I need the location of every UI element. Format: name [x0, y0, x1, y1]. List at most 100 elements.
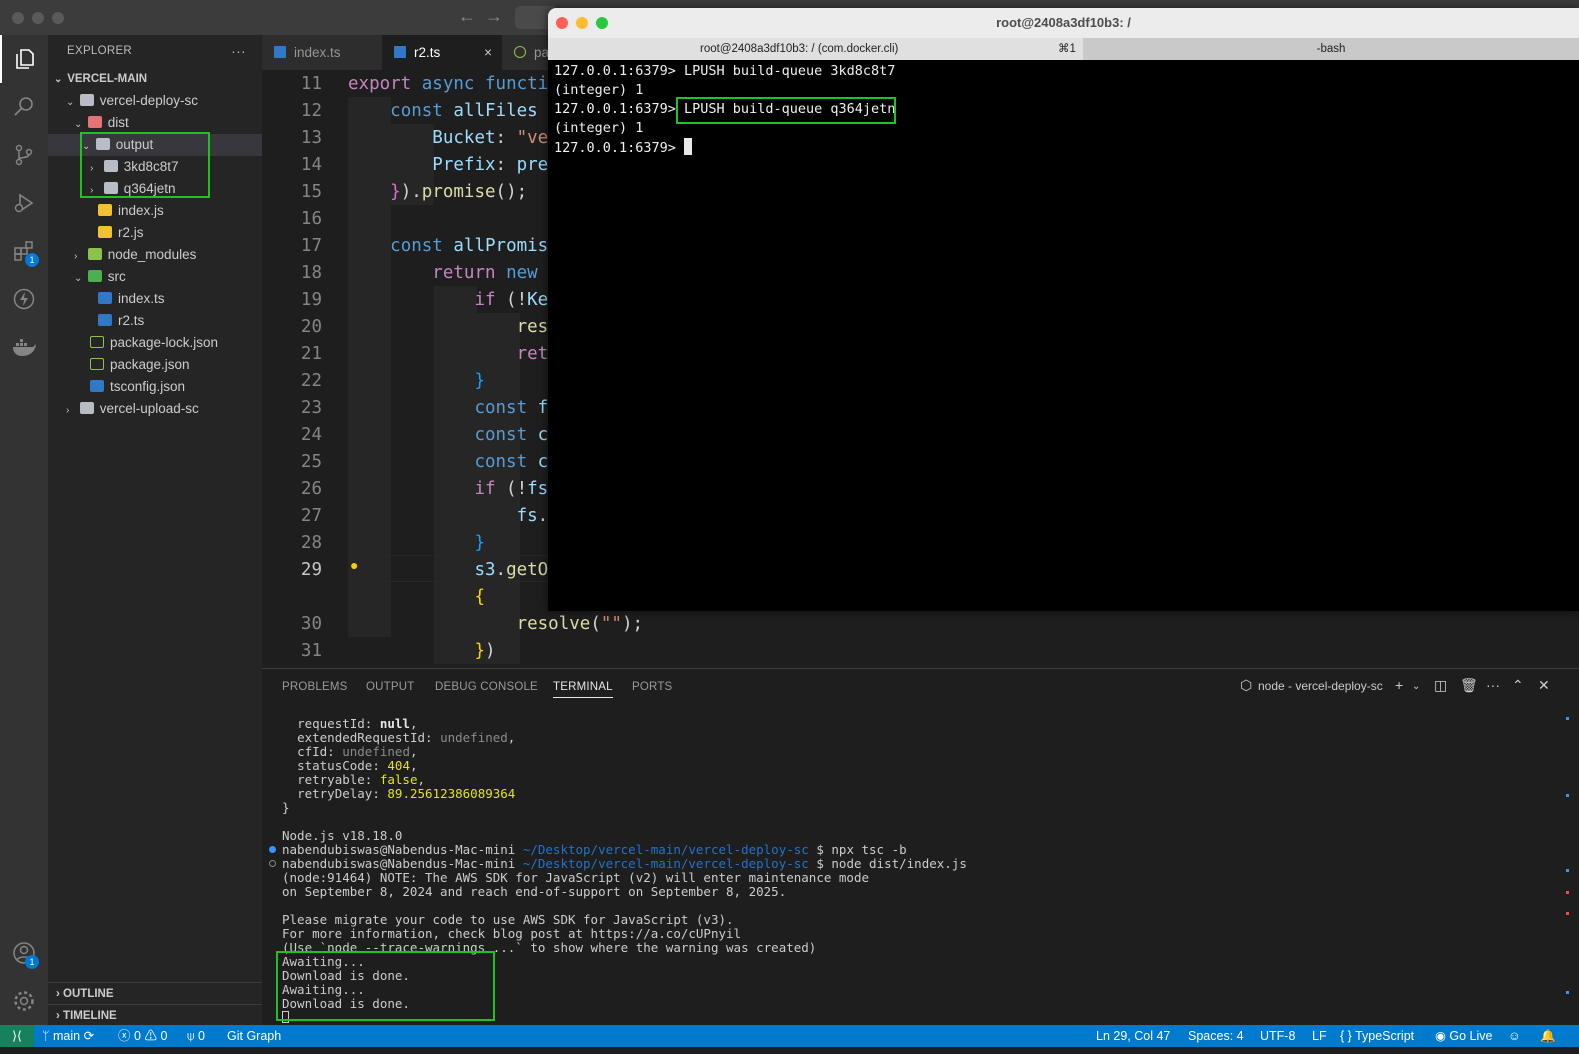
bottom-panel: PROBLEMS OUTPUT DEBUG CONSOLE TERMINAL P… [262, 668, 1579, 1025]
window-bottom-edge [0, 1047, 1579, 1054]
terminal-title: root@2408a3df10b3: / [996, 15, 1131, 30]
chevron-down-icon: ⌄ [74, 273, 83, 284]
line-number: 18 [300, 263, 322, 283]
new-terminal-plus-icon[interactable]: + [1395, 677, 1403, 693]
tree-folder-src[interactable]: ⌄ src [48, 266, 262, 288]
extensions-icon[interactable]: 1 [0, 227, 48, 275]
tab-output[interactable]: OUTPUT [366, 681, 414, 693]
line-number: 21 [300, 344, 322, 364]
go-live-button[interactable]: ◉ Go Live [1435, 1025, 1493, 1047]
tab-problems[interactable]: PROBLEMS [282, 681, 348, 693]
language-mode[interactable]: { } TypeScript [1340, 1025, 1414, 1047]
chevron-right-icon: › [56, 988, 60, 1000]
tree-file-package-lock-json[interactable]: package-lock.json [48, 332, 262, 354]
terminal-icon: ⬡ [1240, 677, 1253, 693]
split-terminal-icon[interactable]: ◫ [1434, 677, 1447, 694]
minimize-window-button[interactable] [32, 12, 44, 24]
line-number: 19 [300, 290, 322, 310]
braces-icon: { } [1340, 1029, 1352, 1043]
terminal-title-bar: root@2408a3df10b3: / [548, 8, 1579, 38]
scroll-marker [1566, 912, 1569, 915]
line-number: 26 [300, 479, 322, 499]
maximize-window-button[interactable] [596, 17, 608, 29]
tree-file-tsconfig-json[interactable]: tsconfig.json [48, 376, 262, 398]
macos-terminal-window[interactable]: root@2408a3df10b3: / root@2408a3df10b3: … [548, 8, 1579, 611]
settings-gear-icon[interactable] [0, 977, 48, 1025]
tree-file-r2-js[interactable]: r2.js [48, 222, 262, 244]
tab-terminal[interactable]: TERMINAL [553, 681, 613, 698]
tab-r2-ts[interactable]: r2.ts × [382, 35, 502, 70]
ports-indicator[interactable]: ⍦ 0 [187, 1025, 205, 1047]
forward-arrow-icon[interactable]: → [485, 6, 503, 27]
line-number: 11 [300, 74, 322, 94]
code-line: { [474, 587, 485, 607]
ts-file-icon [98, 292, 112, 304]
search-icon[interactable] [0, 83, 48, 131]
lightning-icon[interactable] [0, 275, 48, 323]
indentation[interactable]: Spaces: 4 [1188, 1025, 1244, 1047]
code-line: fs. [516, 506, 549, 526]
line-number: 30 [300, 614, 322, 634]
line-number: 20 [300, 317, 322, 337]
close-window-button[interactable] [12, 12, 24, 24]
terminal-line: 127.0.0.1:6379> LPUSH build-queue 3kd8c8… [554, 63, 896, 79]
ts-file-icon [394, 46, 406, 58]
tab-index-ts[interactable]: index.ts [262, 35, 382, 70]
run-debug-icon[interactable] [0, 179, 48, 227]
branch-indicator[interactable]: ᛘ main ⟳ [42, 1025, 94, 1047]
feedback-icon[interactable]: ☺ [1508, 1025, 1521, 1047]
workspace-root[interactable]: ⌄ VERCEL-MAIN [48, 68, 262, 90]
tree-file-index-ts[interactable]: index.ts [48, 288, 262, 310]
docker-icon[interactable] [0, 323, 48, 371]
more-actions-icon[interactable]: ··· [1486, 677, 1500, 693]
cursor-position[interactable]: Ln 29, Col 47 [1096, 1025, 1170, 1047]
explorer-sidebar: EXPLORER ··· ⌄ VERCEL-MAIN ⌄ vercel-depl… [48, 35, 262, 1025]
end-of-line[interactable]: LF [1312, 1025, 1327, 1047]
tree-folder-dist[interactable]: ⌄ dist [48, 112, 262, 134]
tree-file-package-json[interactable]: package.json [48, 354, 262, 376]
maximize-panel-icon[interactable]: ⌃ [1512, 677, 1524, 694]
git-graph-button[interactable]: Git Graph [227, 1025, 281, 1047]
terminal-tab-docker[interactable]: root@2408a3df10b3: / (com.docker.cli) ⌘1 [548, 38, 1083, 60]
notifications-bell-icon[interactable]: 🔔 [1540, 1025, 1556, 1047]
more-actions-icon[interactable]: ··· [231, 35, 246, 68]
scroll-marker [1566, 794, 1569, 797]
text-cursor [684, 138, 693, 155]
json-file-icon [90, 336, 104, 348]
tree-folder-vercel-deploy-sc[interactable]: ⌄ vercel-deploy-sc [48, 90, 262, 112]
trash-icon[interactable]: 🗑 [1460, 677, 1478, 694]
outline-section[interactable]: › OUTLINE [48, 982, 262, 1004]
terminal-selector[interactable]: node - vercel-deploy-sc [1258, 679, 1383, 693]
source-control-icon[interactable] [0, 131, 48, 179]
maximize-window-button[interactable] [52, 12, 64, 24]
remote-indicator-icon[interactable]: ⟩⟨ [0, 1025, 34, 1047]
problems-indicator[interactable]: ⓧ 0 ⚠ 0 [118, 1025, 167, 1047]
terminal-tab-bash[interactable]: -bash [1083, 38, 1579, 60]
minimize-window-button[interactable] [576, 17, 588, 29]
json-file-icon [90, 358, 104, 370]
tsconfig-file-icon [90, 380, 104, 392]
tree-file-r2-ts[interactable]: r2.ts [48, 310, 262, 332]
timeline-section[interactable]: › TIMELINE [48, 1004, 262, 1026]
tab-ports[interactable]: PORTS [632, 681, 672, 693]
command-running-dot [269, 860, 276, 867]
line-number: 28 [300, 533, 322, 553]
line-number: 15 [300, 182, 322, 202]
close-panel-icon[interactable]: ✕ [1538, 677, 1550, 694]
tree-folder-vercel-upload-sc[interactable]: › vercel-upload-sc [48, 398, 262, 420]
ts-file-icon [98, 314, 112, 326]
tab-debug-console[interactable]: DEBUG CONSOLE [435, 681, 538, 693]
accounts-icon[interactable]: 1 [0, 929, 48, 977]
antenna-icon: ⍦ [187, 1029, 195, 1043]
line-number: 23 [300, 398, 322, 418]
code-line: export async functi [348, 74, 549, 94]
code-line: Bucket: "ve [432, 128, 549, 148]
encoding[interactable]: UTF-8 [1260, 1025, 1295, 1047]
back-arrow-icon[interactable]: ← [458, 6, 476, 27]
close-tab-icon[interactable]: × [484, 35, 492, 70]
close-window-button[interactable] [556, 17, 568, 29]
tree-file-index-js[interactable]: index.js [48, 200, 262, 222]
tree-folder-node-modules[interactable]: › node_modules [48, 244, 262, 266]
chevron-down-icon[interactable]: ⌄ [1412, 681, 1420, 692]
explorer-icon[interactable] [0, 35, 48, 83]
